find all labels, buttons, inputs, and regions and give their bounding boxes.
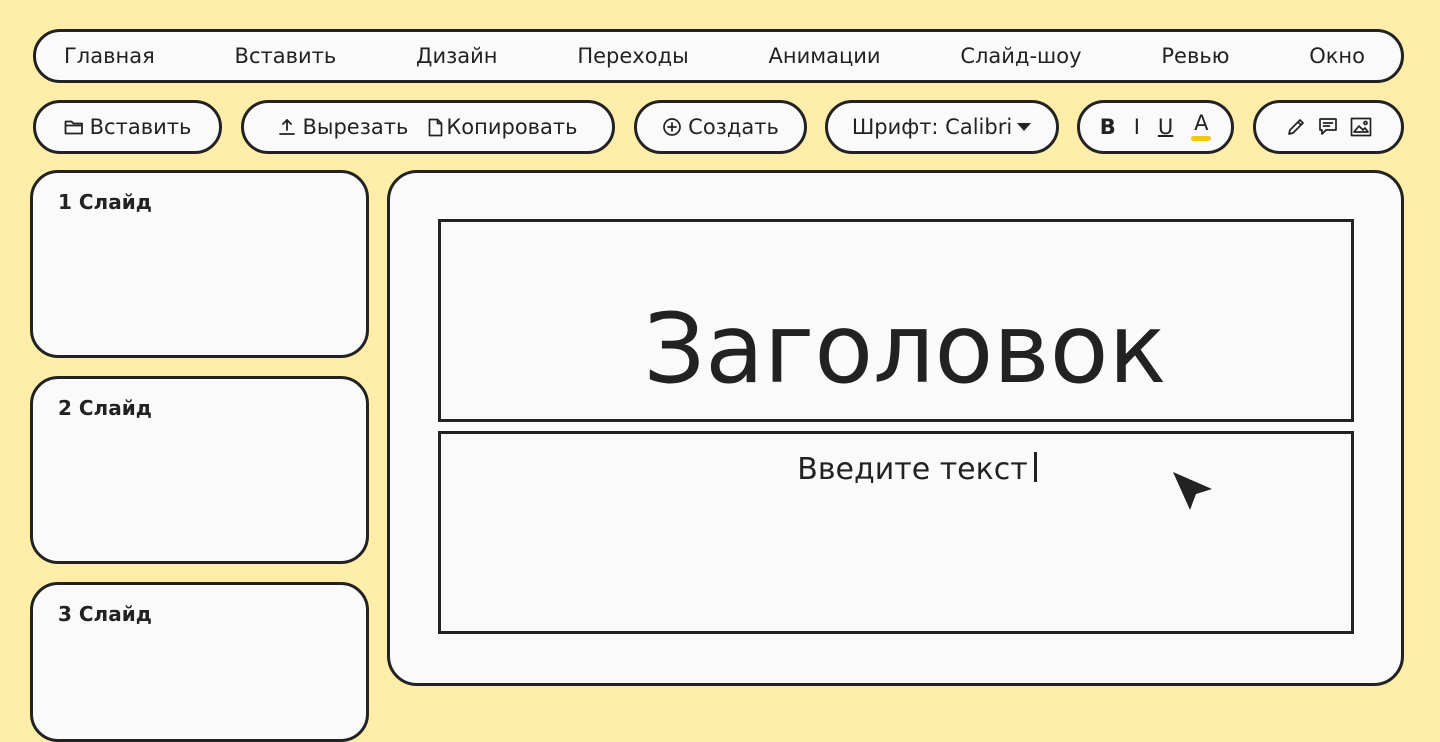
folder-icon	[64, 118, 84, 136]
copy-label: Копировать	[446, 115, 578, 139]
title-placeholder[interactable]: Заголовок	[438, 219, 1354, 422]
menu-bar: Главная Вставить Дизайн Переходы Анимаци…	[33, 29, 1404, 83]
menu-slideshow[interactable]: Слайд-шоу	[960, 44, 1081, 68]
menu-window[interactable]: Окно	[1309, 44, 1365, 68]
caret-down-icon	[1016, 122, 1032, 132]
cut-label: Вырезать	[302, 115, 409, 139]
font-label: Шрифт: Calibri	[851, 115, 1013, 139]
body-placeholder[interactable]: Введите текст	[438, 431, 1354, 634]
menu-insert[interactable]: Вставить	[235, 44, 337, 68]
pencil-icon[interactable]	[1286, 117, 1306, 137]
cut-button[interactable]: Вырезать	[278, 115, 408, 139]
underline-button[interactable]: U	[1158, 116, 1173, 138]
font-color-swatch	[1191, 136, 1212, 141]
copy-button[interactable]: Копировать	[428, 115, 578, 139]
text-format-group: B I U A	[1077, 100, 1234, 154]
slide-thumbnail-1[interactable]: 1 Слайд	[30, 170, 369, 358]
bold-button[interactable]: B	[1100, 116, 1116, 138]
text-caret	[1033, 452, 1037, 482]
slide-label: 3 Слайд	[58, 602, 152, 626]
mouse-pointer-icon	[1170, 470, 1214, 518]
menu-design[interactable]: Дизайн	[416, 44, 497, 68]
font-dropdown[interactable]: Шрифт: Calibri	[825, 100, 1059, 154]
italic-button[interactable]: I	[1134, 116, 1140, 138]
create-button[interactable]: Создать	[634, 100, 807, 154]
insert-tools-group	[1253, 100, 1404, 154]
body-placeholder-text: Введите текст	[797, 452, 1028, 487]
paste-button[interactable]: Вставить	[33, 100, 222, 154]
menu-transitions[interactable]: Переходы	[577, 44, 688, 68]
create-label: Создать	[688, 115, 779, 139]
font-color-letter: A	[1194, 111, 1209, 135]
menu-home[interactable]: Главная	[64, 44, 155, 68]
slide-title-text: Заголовок	[643, 293, 1167, 405]
slide-label: 1 Слайд	[58, 190, 152, 214]
slide-thumbnail-3[interactable]: 3 Слайд	[30, 582, 369, 742]
slide-label: 2 Слайд	[58, 396, 152, 420]
menu-review[interactable]: Ревью	[1161, 44, 1229, 68]
font-color-button[interactable]: A	[1191, 111, 1212, 141]
image-icon[interactable]	[1350, 117, 1372, 137]
upload-icon	[278, 118, 296, 136]
paste-label: Вставить	[89, 115, 192, 139]
comment-icon[interactable]	[1318, 117, 1338, 137]
plus-circle-icon	[662, 117, 682, 137]
slide-thumbnail-2[interactable]: 2 Слайд	[30, 376, 369, 564]
document-icon	[428, 118, 443, 137]
clipboard-group: Вырезать Копировать	[241, 100, 615, 154]
menu-animations[interactable]: Анимации	[768, 44, 880, 68]
